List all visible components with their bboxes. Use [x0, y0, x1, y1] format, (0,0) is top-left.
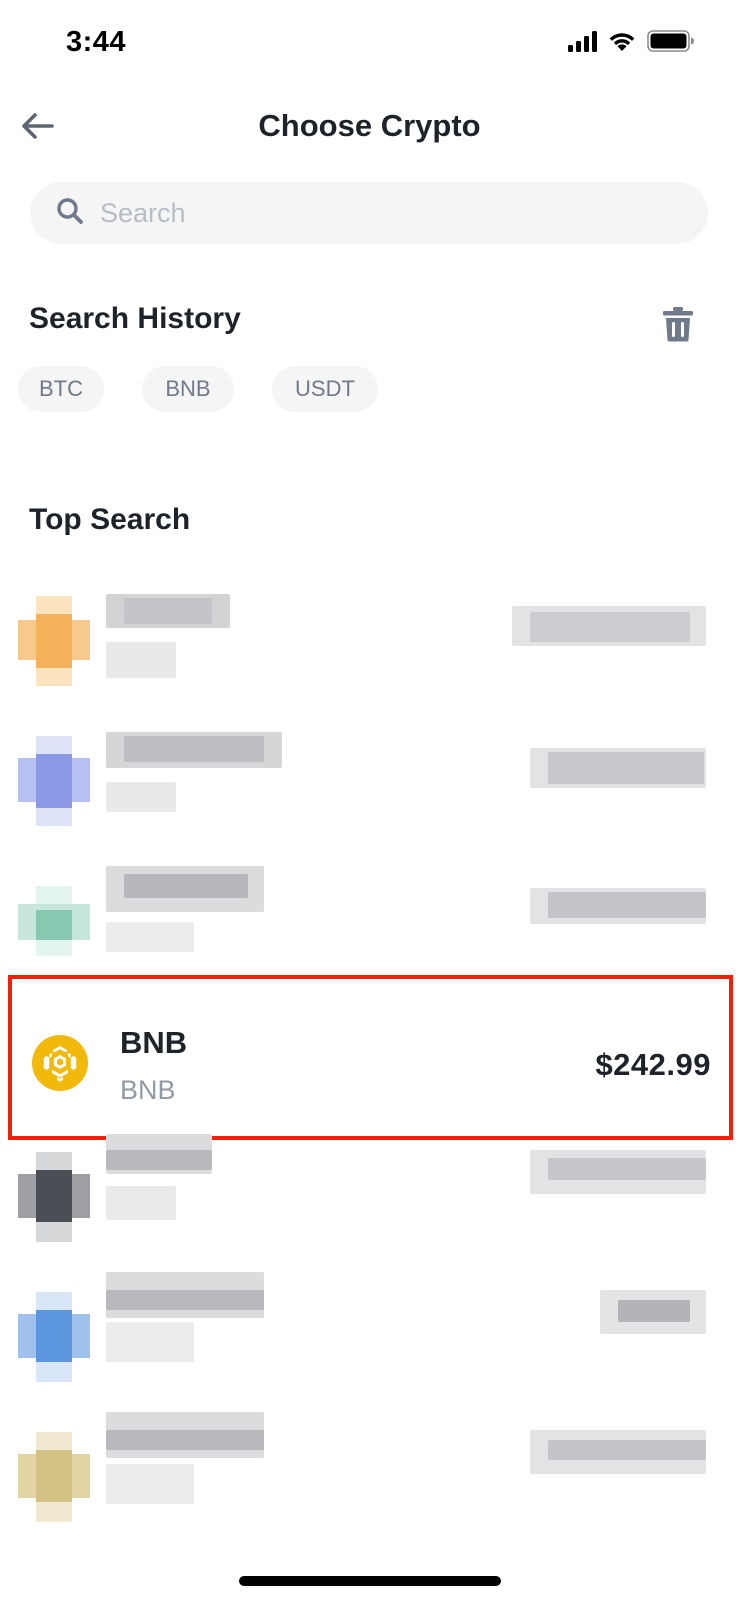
redacted-coin-row[interactable] [0, 1268, 739, 1408]
redacted-coin-row[interactable] [0, 852, 739, 992]
redacted-coin-icon [18, 1292, 90, 1382]
page-title: Choose Crypto [258, 108, 481, 143]
home-indicator[interactable] [239, 1576, 501, 1586]
status-time: 3:44 [66, 26, 127, 58]
coin-symbol: BNB [120, 1025, 188, 1060]
top-search-title: Top Search [29, 503, 191, 536]
redacted-coin-icon [18, 736, 90, 826]
status-bar: 3:44 [0, 0, 739, 92]
redacted-coin-icon [18, 596, 90, 686]
coin-price: $242.99 [595, 1047, 711, 1082]
history-chip[interactable]: BTC [18, 366, 104, 412]
history-chip[interactable]: USDT [272, 366, 378, 412]
search-input[interactable] [100, 197, 660, 229]
bnb-logo-icon [32, 1035, 88, 1091]
coin-name: BNB [120, 1075, 176, 1105]
redacted-coin-icon [18, 1432, 90, 1522]
status-icons [568, 30, 695, 52]
search-history-title: Search History [29, 302, 241, 335]
redacted-coin-icon [18, 1152, 90, 1242]
search-icon [56, 197, 84, 230]
bnb-coin-row[interactable]: BNB BNB $242.99 [8, 975, 733, 1140]
battery-icon [647, 30, 695, 52]
wifi-icon [607, 30, 637, 52]
cellular-signal-icon [568, 30, 597, 52]
redacted-coin-row[interactable] [0, 1128, 739, 1268]
search-bar[interactable] [30, 182, 708, 244]
search-history-chips: BTC BNB USDT [18, 366, 378, 412]
redacted-coin-row[interactable] [0, 712, 739, 852]
redacted-coin-icon [18, 876, 90, 966]
trash-icon[interactable] [661, 306, 695, 342]
redacted-coin-row[interactable] [0, 1408, 739, 1548]
history-chip[interactable]: BNB [142, 366, 234, 412]
redacted-coin-row[interactable] [0, 572, 739, 712]
